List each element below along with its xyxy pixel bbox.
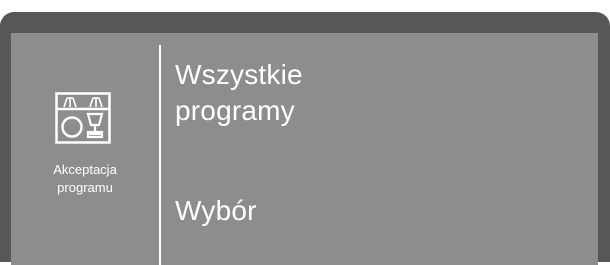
menu-item-selection[interactable]: Wybór <box>175 193 257 229</box>
program-acceptance-label: Akceptacja programu <box>53 162 117 195</box>
display-screen: Akceptacja programu Wszystkie programy W… <box>11 33 598 265</box>
program-acceptance-button[interactable]: Akceptacja programu <box>11 33 159 265</box>
menu-item-all-programs[interactable]: Wszystkie programy <box>175 57 575 129</box>
program-acceptance-icon <box>55 92 111 144</box>
device-frame: Akceptacja programu Wszystkie programy W… <box>0 12 610 265</box>
vertical-divider <box>159 45 161 265</box>
